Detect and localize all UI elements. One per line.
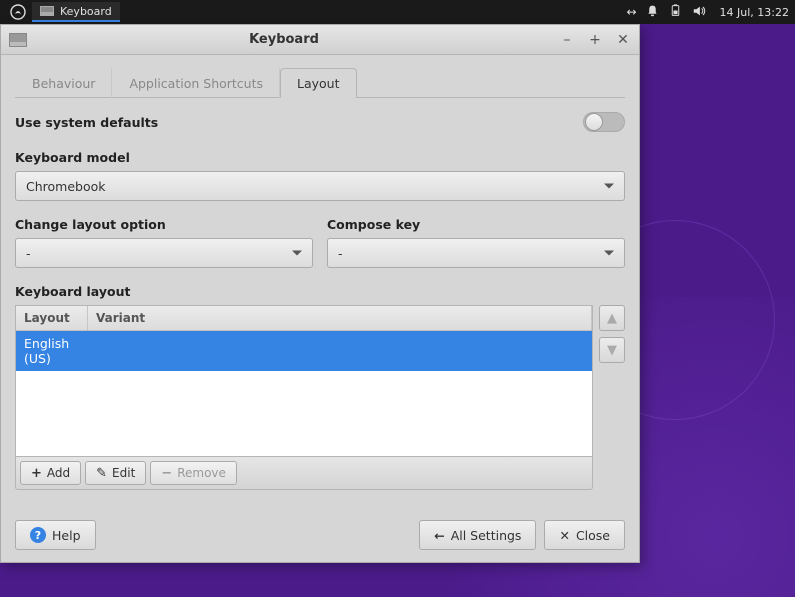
keyboard-model-select[interactable]: Chromebook	[15, 171, 625, 201]
close-label: Close	[576, 528, 610, 543]
table-row[interactable]: English (US)	[16, 331, 592, 371]
keyboard-icon	[9, 33, 27, 47]
tab-behaviour[interactable]: Behaviour	[15, 68, 112, 98]
whisker-menu-button[interactable]	[6, 2, 30, 22]
move-up-button[interactable]: ▲	[599, 305, 625, 331]
minimize-button[interactable]: –	[559, 32, 575, 48]
pencil-icon: ✎	[96, 466, 107, 481]
system-defaults-toggle[interactable]	[583, 112, 625, 132]
help-icon: ?	[30, 527, 46, 543]
all-settings-label: All Settings	[451, 528, 522, 543]
system-defaults-label: Use system defaults	[15, 115, 158, 130]
close-icon: ✕	[559, 528, 569, 543]
add-label: Add	[47, 466, 70, 480]
compose-key-select[interactable]: -	[327, 238, 625, 268]
titlebar[interactable]: Keyboard – + ✕	[1, 25, 639, 55]
keyboard-settings-window: Keyboard – + ✕ Behaviour Application Sho…	[0, 24, 640, 563]
help-label: Help	[52, 528, 81, 543]
layout-table: Layout Variant English (US)	[15, 305, 593, 457]
back-icon: ←	[434, 528, 444, 543]
column-header-layout[interactable]: Layout	[16, 306, 88, 330]
move-down-button[interactable]: ▼	[599, 337, 625, 363]
plus-icon: +	[31, 466, 42, 481]
compose-key-label: Compose key	[327, 217, 625, 232]
xubuntu-icon	[10, 4, 26, 20]
taskbar-item-keyboard[interactable]: Keyboard	[32, 2, 120, 22]
edit-layout-button[interactable]: ✎ Edit	[85, 461, 146, 485]
keyboard-layout-label: Keyboard layout	[15, 284, 625, 299]
tab-layout[interactable]: Layout	[280, 68, 357, 98]
column-header-variant[interactable]: Variant	[88, 306, 592, 330]
dialog-footer: ? Help ← All Settings ✕ Close	[1, 508, 639, 562]
remove-label: Remove	[177, 466, 226, 480]
keyboard-model-value: Chromebook	[26, 179, 106, 194]
clock[interactable]: 14 Jul, 13:22	[720, 6, 789, 19]
arrow-down-icon: ▼	[607, 343, 617, 358]
close-button[interactable]: ✕ Close	[544, 520, 625, 550]
all-settings-button[interactable]: ← All Settings	[419, 520, 536, 550]
compose-key-value: -	[338, 246, 343, 261]
help-button[interactable]: ? Help	[15, 520, 96, 550]
minus-icon: −	[161, 466, 172, 481]
arrow-up-icon: ▲	[607, 311, 617, 326]
change-layout-label: Change layout option	[15, 217, 313, 232]
tab-application-shortcuts[interactable]: Application Shortcuts	[112, 68, 280, 98]
toggle-knob	[585, 113, 603, 131]
window-title: Keyboard	[9, 32, 559, 47]
edit-label: Edit	[112, 466, 135, 480]
change-layout-select[interactable]: -	[15, 238, 313, 268]
volume-icon[interactable]	[692, 4, 706, 21]
add-layout-button[interactable]: + Add	[20, 461, 81, 485]
maximize-button[interactable]: +	[587, 32, 603, 48]
cell-layout: English (US)	[24, 336, 96, 366]
remove-layout-button[interactable]: −Remove	[150, 461, 237, 485]
keyboard-model-label: Keyboard model	[15, 150, 625, 165]
battery-icon[interactable]	[669, 4, 682, 20]
taskbar-item-label: Keyboard	[60, 5, 112, 18]
change-layout-value: -	[26, 246, 31, 261]
tab-bar: Behaviour Application Shortcuts Layout	[15, 67, 625, 98]
notifications-icon[interactable]	[646, 4, 659, 20]
network-icon[interactable]: ↔	[626, 5, 635, 19]
keyboard-icon	[40, 6, 54, 16]
top-panel: Keyboard ↔ 14 Jul, 13:22	[0, 0, 795, 24]
close-window-button[interactable]: ✕	[615, 32, 631, 48]
